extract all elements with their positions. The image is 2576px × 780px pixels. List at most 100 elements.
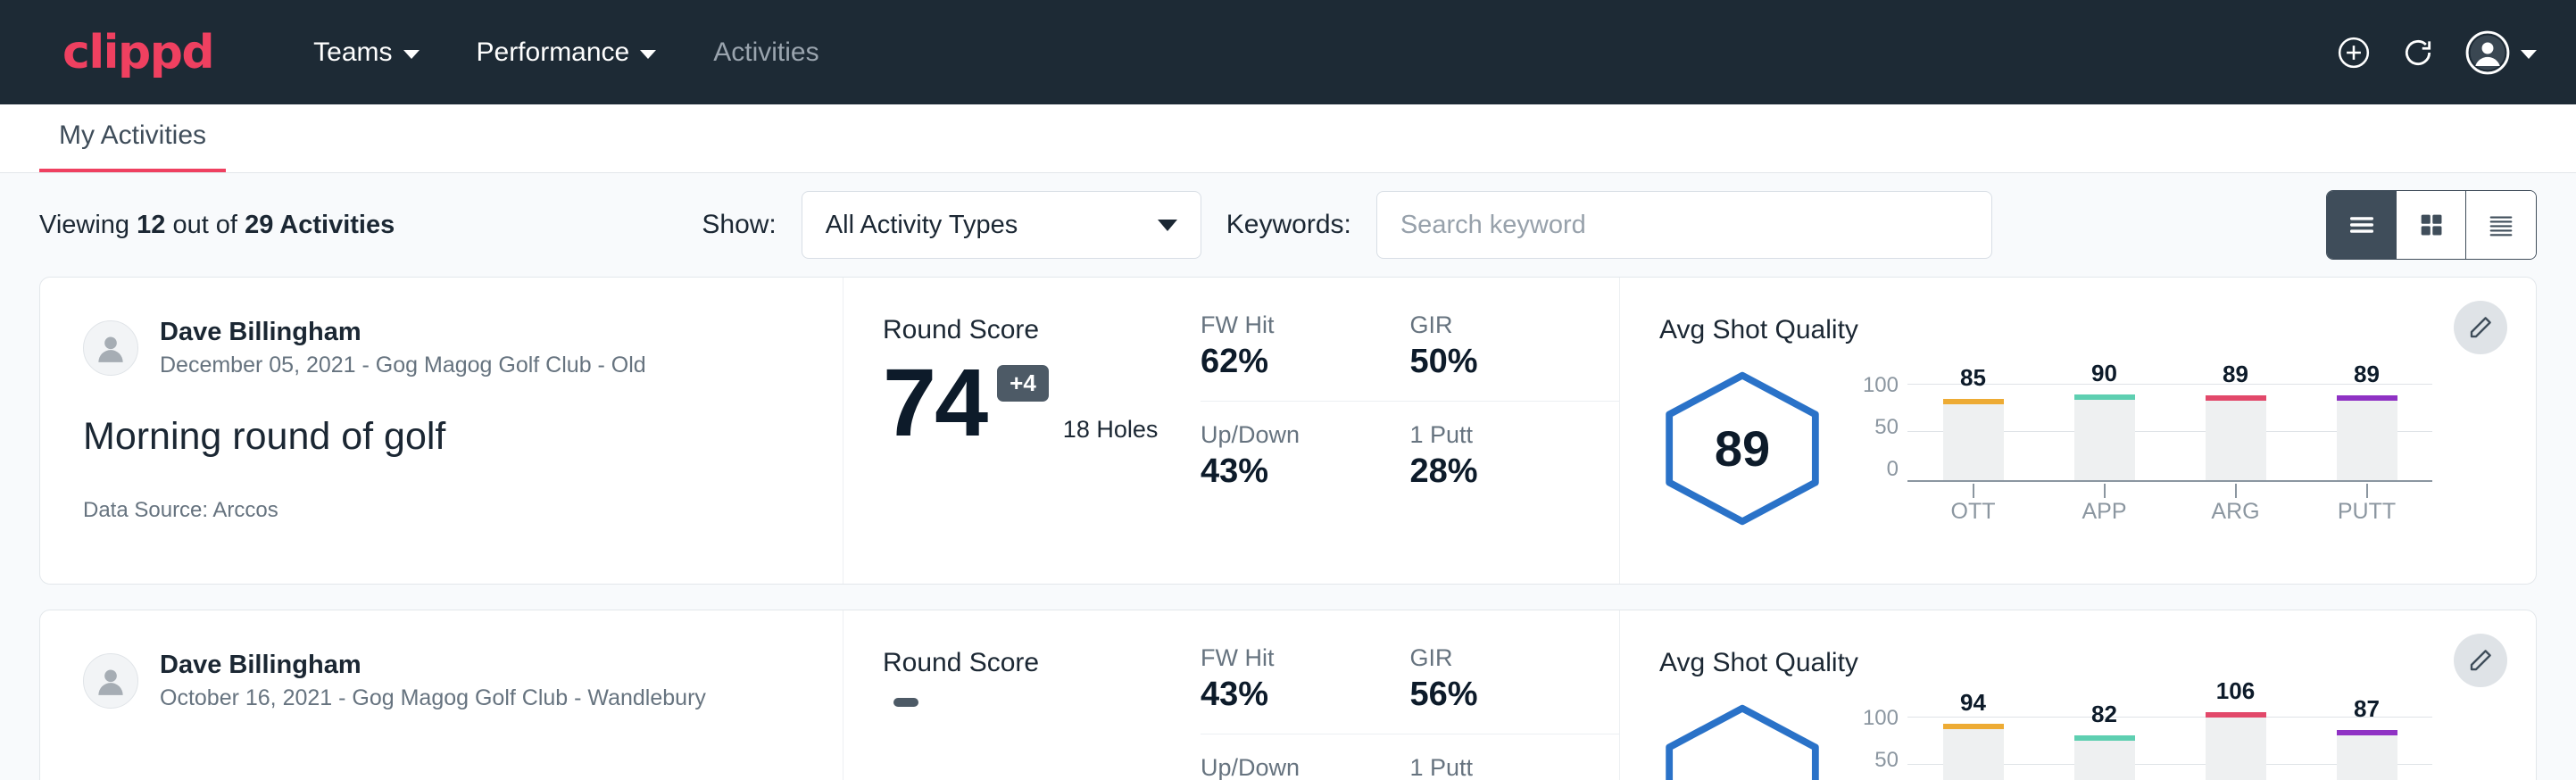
edit-activity-button[interactable] — [2454, 634, 2507, 687]
chart-x-label: PUTT — [2337, 499, 2397, 525]
avg-shot-quality-hex: 89 — [1659, 370, 1825, 527]
viewing-mid: out of — [172, 211, 237, 239]
activity-card[interactable]: Dave Billingham October 16, 2021 - Gog M… — [39, 610, 2537, 780]
stat-up-down: Up/Down — [1201, 754, 1410, 780]
activity-author: Dave Billingham December 05, 2021 - Gog … — [83, 315, 800, 381]
chart-x-tick — [2074, 484, 2135, 498]
view-toggle-list[interactable] — [2327, 191, 2397, 259]
chart-bar-value: 85 — [1960, 364, 1986, 392]
stat-gir-label: GIR — [1410, 644, 1593, 672]
activity-card-info: Dave Billingham October 16, 2021 - Gog M… — [40, 610, 843, 780]
chevron-down-icon — [403, 50, 420, 59]
tab-my-activities[interactable]: My Activities — [39, 120, 226, 172]
stat-fw-hit: FW Hit 43% — [1201, 644, 1410, 734]
chevron-down-icon — [2521, 50, 2537, 59]
score-differential-badge — [893, 698, 918, 707]
chart-bar-cap — [2206, 395, 2266, 401]
activity-type-select[interactable]: All Activity Types — [802, 191, 1201, 259]
chart-bar-value: 89 — [2354, 361, 2380, 388]
chart-bar-cap — [2074, 735, 2135, 741]
chart-bar-rect — [1943, 399, 2004, 479]
stat-gir-value: 56% — [1410, 676, 1593, 714]
nav-item-teams-label: Teams — [313, 37, 392, 68]
viewing-total: 29 Activities — [245, 211, 395, 239]
chart-y-tick: 50 — [1874, 748, 1899, 773]
chart-bar-arg: 89 — [2206, 395, 2266, 479]
nav-item-activities[interactable]: Activities — [685, 25, 847, 80]
chart-bar-cap — [2337, 730, 2397, 735]
nav-item-teams[interactable]: Teams — [285, 25, 447, 80]
filters: Show: All Activity Types Keywords: — [395, 191, 2299, 259]
stat-gir-value: 50% — [1410, 343, 1593, 381]
tab-bar: My Activities — [0, 104, 2576, 173]
nav-item-activities-label: Activities — [713, 37, 819, 68]
refresh-icon[interactable] — [2401, 36, 2435, 70]
chart-x-tick — [2337, 484, 2397, 498]
avatar — [83, 653, 138, 709]
chart-x-label: ARG — [2206, 499, 2266, 525]
round-score-label: Round Score — [883, 315, 1201, 345]
avg-shot-quality-value — [1659, 703, 1825, 780]
chart-y-tick: 0 — [1887, 457, 1899, 482]
chart-bar-app: 82 — [2074, 735, 2135, 780]
stat-one-putt-label: 1 Putt — [1410, 421, 1593, 449]
chart-x-labels: OTTAPPARGPUTT — [1907, 499, 2432, 525]
stat-gir-label: GIR — [1410, 311, 1593, 339]
chart-bar-cap — [2206, 712, 2266, 718]
view-toggle-group — [2326, 190, 2537, 260]
activity-meta: December 05, 2021 - Gog Magog Golf Club … — [160, 350, 646, 381]
avg-shot-quality-label: Avg Shot Quality — [1659, 315, 2497, 345]
stat-up-down: Up/Down 43% — [1201, 421, 1410, 491]
chart-bar-value: 106 — [2216, 677, 2255, 705]
round-score-section: Round Score 74 +4 18 Holes — [843, 278, 1201, 584]
chart-bar-arg: 106 — [2206, 712, 2266, 780]
top-navbar: clippd Teams Performance Activities — [0, 0, 2576, 104]
account-menu[interactable] — [2465, 30, 2537, 75]
avg-shot-quality-hex — [1659, 703, 1825, 780]
stat-one-putt-label: 1 Putt — [1410, 754, 1593, 780]
stat-fw-hit-label: FW Hit — [1201, 311, 1384, 339]
nav-item-performance[interactable]: Performance — [448, 25, 686, 80]
stat-fw-hit-value: 62% — [1201, 343, 1384, 381]
nav-item-performance-label: Performance — [477, 37, 630, 68]
activity-data-source: Data Source: Arccos — [83, 498, 800, 523]
chart-bars: 948210687 — [1907, 704, 2432, 780]
avg-shot-quality-value: 89 — [1659, 370, 1825, 527]
stat-one-putt: 1 Putt — [1410, 754, 1620, 780]
search-input[interactable] — [1376, 191, 1992, 259]
stat-fw-hit-value: 43% — [1201, 676, 1384, 714]
chart-x-ticks — [1907, 484, 2432, 498]
chart-x-axis — [1907, 480, 2432, 482]
chart-plot-area: 948210687OTTAPPARGPUTT — [1907, 706, 2432, 780]
edit-activity-button[interactable] — [2454, 301, 2507, 354]
activity-card[interactable]: Dave Billingham December 05, 2021 - Gog … — [39, 277, 2537, 585]
view-toggle-grid[interactable] — [2397, 191, 2466, 259]
chevron-down-icon — [1158, 220, 1177, 231]
chart-x-label: APP — [2074, 499, 2135, 525]
round-stats-section: FW Hit 62% GIR 50% Up/Down 43% 1 Putt 28… — [1201, 278, 1620, 584]
avatar — [83, 320, 138, 376]
stat-up-down-value: 43% — [1201, 452, 1384, 491]
clippd-logo[interactable]: clippd — [62, 26, 213, 79]
round-score-value: 74 — [883, 354, 986, 451]
view-toggle-compact[interactable] — [2466, 191, 2536, 259]
stat-gir: GIR 56% — [1410, 644, 1620, 734]
holes-count: 18 Holes — [1063, 416, 1159, 444]
plus-circle-icon[interactable] — [2337, 36, 2371, 70]
round-stats-section: FW Hit 43% GIR 56% Up/Down 1 Putt — [1201, 610, 1620, 780]
chart-bar-ott: 85 — [1943, 399, 2004, 479]
chart-bar-value: 94 — [1960, 689, 1986, 717]
chevron-down-icon — [640, 50, 656, 59]
stat-one-putt: 1 Putt 28% — [1410, 421, 1620, 491]
chart-y-tick: 100 — [1863, 706, 1899, 731]
chart-bar-putt: 89 — [2337, 395, 2397, 479]
activity-author-name: Dave Billingham — [160, 315, 646, 350]
chart-bar-value: 90 — [2091, 360, 2117, 387]
chart-bar-rect — [2206, 395, 2266, 479]
chart-bar-cap — [1943, 399, 2004, 404]
chart-bar-putt: 87 — [2337, 730, 2397, 780]
chart-bar-app: 90 — [2074, 394, 2135, 479]
round-score-section: Round Score — [843, 610, 1201, 780]
viewing-prefix: Viewing — [39, 211, 129, 239]
activity-author: Dave Billingham October 16, 2021 - Gog M… — [83, 648, 800, 714]
